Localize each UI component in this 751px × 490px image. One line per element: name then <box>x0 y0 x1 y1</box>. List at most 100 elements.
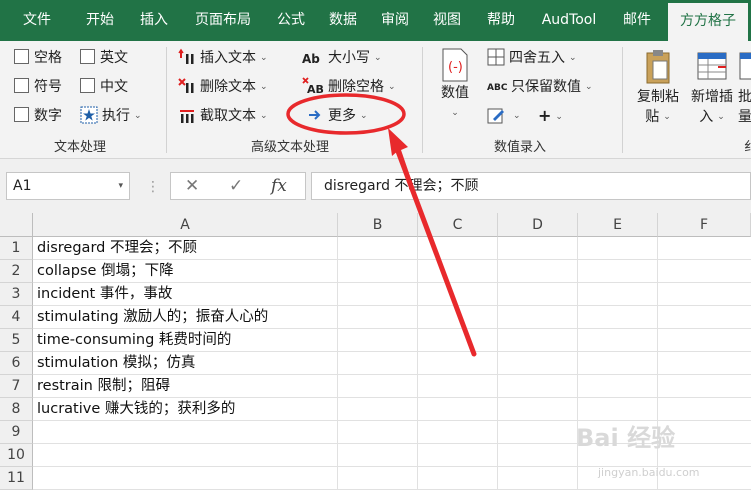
tab-home[interactable]: 开始 <box>74 0 126 41</box>
select-all-corner[interactable] <box>0 213 33 237</box>
checkbox-english[interactable]: 英文 <box>80 47 128 69</box>
extract-text-label: 截取文本 <box>200 108 256 124</box>
cell-a8[interactable]: lucrative 赚大钱的；获利多的 <box>37 398 235 421</box>
row-header[interactable]: 2 <box>0 260 33 283</box>
batch-button[interactable]: 批 量 <box>738 47 751 127</box>
batch-label-1: 批 <box>738 89 751 105</box>
clipboard-icon <box>643 47 673 87</box>
checkbox-space-label: 空格 <box>34 50 62 66</box>
row-header[interactable]: 11 <box>0 467 33 490</box>
column-header-e[interactable]: E <box>578 213 658 237</box>
value-icon: (-) <box>439 47 471 83</box>
cell-a2[interactable]: collapse 倒塌；下降 <box>37 260 174 283</box>
group-divider <box>622 47 623 153</box>
value-button[interactable]: (-) 数值 ⌄ <box>432 47 478 123</box>
row-header[interactable]: 9 <box>0 421 33 444</box>
tab-insert[interactable]: 插入 <box>128 0 180 41</box>
execute-button[interactable]: 执行 ⌄ <box>80 105 142 127</box>
cell-a1[interactable]: disregard 不理会；不顾 <box>37 237 197 260</box>
delete-space-icon: AB <box>302 77 324 96</box>
cell-a4[interactable]: stimulating 激励人的；振奋人心的 <box>37 306 268 329</box>
cell-a5[interactable]: time-consuming 耗费时间的 <box>37 329 231 352</box>
row-header[interactable]: 6 <box>0 352 33 375</box>
row-header[interactable]: 5 <box>0 329 33 352</box>
more-button[interactable]: 更多 ⌄ <box>306 105 368 127</box>
extract-text-icon <box>178 106 196 124</box>
delete-space-button[interactable]: AB 删除空格 ⌄ <box>302 76 396 98</box>
row-header[interactable]: 4 <box>0 306 33 329</box>
tab-formulas[interactable]: 公式 <box>268 0 314 41</box>
row-header[interactable]: 8 <box>0 398 33 421</box>
checkbox-number[interactable]: 数字 <box>14 105 62 127</box>
row-header[interactable]: 3 <box>0 283 33 306</box>
formula-input[interactable]: disregard 不理会；不顾 <box>311 172 751 200</box>
row-header[interactable]: 10 <box>0 444 33 467</box>
group-label-partial: 纟 <box>744 140 751 155</box>
row-header[interactable]: 1 <box>0 237 33 260</box>
grid-line <box>497 237 498 490</box>
execute-icon <box>80 106 98 124</box>
checkbox-space[interactable]: 空格 <box>14 47 62 69</box>
insert-new-label-1: 新增插 <box>691 89 733 105</box>
tab-review[interactable]: 审阅 <box>372 0 418 41</box>
extract-text-button[interactable]: 截取文本 ⌄ <box>178 105 268 127</box>
round-button[interactable]: 四舍五入 ⌄ <box>487 47 577 69</box>
group-label-numeric: 数值录入 <box>493 140 546 155</box>
insert-text-button[interactable]: 插入文本 ⌄ <box>178 47 268 69</box>
cell-a7[interactable]: restrain 限制；阻碍 <box>37 375 170 398</box>
cell-a3[interactable]: incident 事件，事故 <box>37 283 172 306</box>
insert-new-button[interactable]: 新增插 入 ⌄ <box>686 47 738 127</box>
tab-fangfanggezi[interactable]: 方方格子 <box>668 3 748 41</box>
edit-button[interactable]: ⌄ <box>487 105 521 127</box>
tab-help[interactable]: 帮助 <box>476 0 526 41</box>
checkbox-chinese-label: 中文 <box>100 79 128 95</box>
column-header-b[interactable]: B <box>338 213 418 237</box>
name-box-value: A1 <box>13 178 32 194</box>
insert-function-icon[interactable]: fx <box>271 176 287 196</box>
tab-mail[interactable]: 邮件 <box>612 0 662 41</box>
keep-value-icon: ABC <box>487 83 508 93</box>
tab-data[interactable]: 数据 <box>320 0 366 41</box>
case-button[interactable]: Ab 大小写 ⌄ <box>302 47 382 69</box>
value-label: 数值 <box>441 85 469 101</box>
column-header-f[interactable]: F <box>658 213 751 237</box>
insert-text-icon <box>178 48 196 66</box>
group-divider <box>422 47 423 153</box>
case-icon: Ab <box>302 52 320 66</box>
checkbox-number-label: 数字 <box>34 108 62 124</box>
svg-text:AB: AB <box>307 83 324 95</box>
baidu-watermark-url: jingyan.baidu.com <box>598 466 700 479</box>
copy-paste-button[interactable]: 复制粘 贴 ⌄ <box>632 47 684 127</box>
ribbon-tab-bar: 文件 开始 插入 页面布局 公式 数据 审阅 视图 帮助 AudTool 邮件 … <box>0 0 751 41</box>
svg-text:(-): (-) <box>448 60 463 75</box>
checkbox-symbol-label: 符号 <box>34 79 62 95</box>
column-header-a[interactable]: A <box>33 213 338 237</box>
table-insert-icon <box>696 47 728 87</box>
plus-button[interactable]: + ⌄ <box>538 105 563 127</box>
checkbox-symbol[interactable]: 符号 <box>14 76 62 98</box>
tab-page-layout[interactable]: 页面布局 <box>184 0 262 41</box>
name-box[interactable]: A1 ▾ <box>6 172 130 200</box>
tab-audtool[interactable]: AudTool <box>533 0 605 41</box>
checkbox-chinese[interactable]: 中文 <box>80 76 128 98</box>
tab-file[interactable]: 文件 <box>8 0 66 41</box>
tab-view[interactable]: 视图 <box>424 0 470 41</box>
confirm-icon[interactable]: ✓ <box>229 176 243 196</box>
delete-text-button[interactable]: 删除文本 ⌄ <box>178 76 268 98</box>
formula-bar-area: A1 ▾ ⋮ ✕ ✓ fx disregard 不理会；不顾 <box>0 159 751 213</box>
chevron-down-icon[interactable]: ▾ <box>118 173 123 199</box>
cell-a6[interactable]: stimulation 模拟；仿真 <box>37 352 195 375</box>
column-header-d[interactable]: D <box>498 213 578 237</box>
group-label-advanced: 高级文本处理 <box>250 140 329 155</box>
delete-space-label: 删除空格 <box>328 79 384 95</box>
delete-text-icon <box>178 77 196 95</box>
copy-paste-label-1: 复制粘 <box>637 89 679 105</box>
ribbon: 空格 英文 符号 中文 数字 执行 ⌄ 文本处理 插入文本 ⌄ 删除文本 ⌄ 截取文本… <box>0 41 751 159</box>
splitter-dots-icon[interactable]: ⋮ <box>146 179 160 195</box>
grid-line <box>417 237 418 490</box>
batch-icon <box>738 47 751 87</box>
column-header-c[interactable]: C <box>418 213 498 237</box>
row-header[interactable]: 7 <box>0 375 33 398</box>
keep-value-button[interactable]: ABC 只保留数值 ⌄ <box>487 76 593 98</box>
cancel-icon[interactable]: ✕ <box>185 176 199 196</box>
